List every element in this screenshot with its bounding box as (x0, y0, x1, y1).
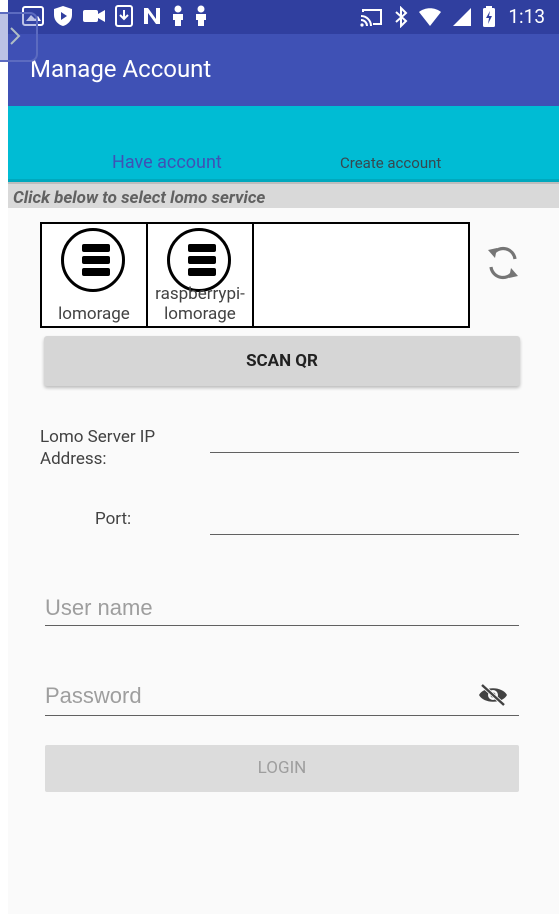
hint-bar: Click below to select lomo service (8, 182, 559, 210)
download-icon (115, 5, 133, 27)
n-icon (144, 8, 160, 24)
status-time: 1:13 (508, 5, 545, 28)
app-bar: Manage Account (8, 34, 559, 106)
service-list: lomorage raspberrypi- lomorage (40, 222, 470, 328)
login-button[interactable]: LOGIN (45, 745, 519, 792)
signal-icon (453, 7, 472, 26)
server-stack-icon (167, 228, 231, 292)
server-ip-input[interactable] (210, 424, 519, 453)
server-stack-icon (61, 228, 125, 292)
system-icons: 1:13 (360, 5, 545, 28)
wifi-icon (419, 7, 442, 26)
bluetooth-icon (395, 5, 408, 28)
side-panel-handle[interactable] (0, 12, 38, 62)
port-input[interactable] (210, 506, 519, 535)
person-icon (196, 5, 206, 26)
service-label: raspberrypi- lomorage (155, 284, 245, 324)
status-bar: 1:13 (8, 0, 559, 34)
username-input[interactable] (45, 591, 519, 626)
chevron-right-icon (10, 27, 21, 45)
page-title: Manage Account (30, 55, 212, 83)
battery-icon (483, 5, 496, 27)
cast-icon (360, 8, 383, 27)
person-icon (173, 5, 183, 26)
hint-text: Click below to select lomo service (13, 188, 266, 208)
service-label: lomorage (58, 304, 130, 324)
server-ip-label: Lomo Server IP Address: (40, 427, 156, 469)
tab-bar: Have account Create account (8, 106, 559, 182)
tab-have-account[interactable]: Have account (112, 152, 222, 173)
video-icon (83, 10, 105, 22)
service-item-lomorage[interactable]: lomorage (42, 224, 148, 326)
password-input[interactable] (45, 677, 519, 716)
refresh-icon[interactable] (485, 244, 521, 282)
visibility-off-icon[interactable] (477, 683, 509, 707)
tab-create-account[interactable]: Create account (340, 154, 441, 172)
notification-icons (22, 5, 208, 27)
shield-icon (54, 6, 72, 26)
scan-qr-button[interactable]: SCAN QR (44, 336, 520, 386)
service-item-raspberrypi-lomorage[interactable]: raspberrypi- lomorage (148, 224, 254, 326)
port-label: Port: (95, 509, 132, 529)
